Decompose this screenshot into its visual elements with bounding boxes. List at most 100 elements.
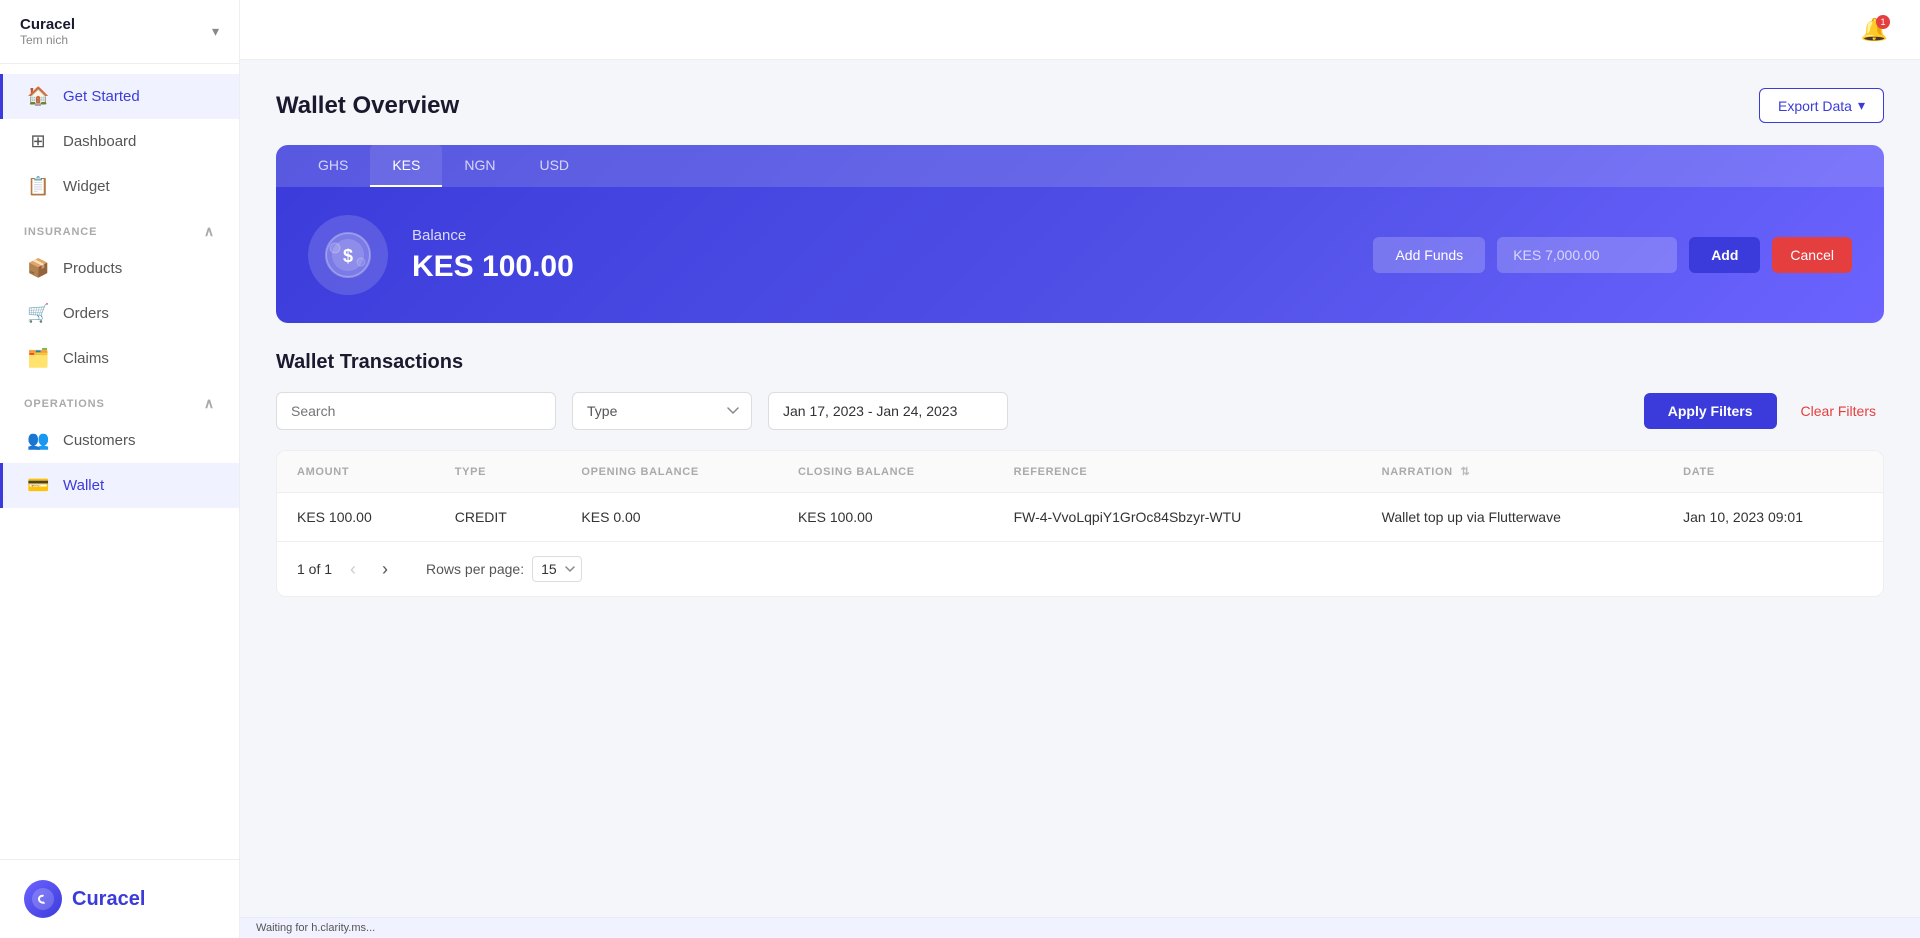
balance-label: Balance xyxy=(412,227,574,244)
col-narration: NARRATION ⇅ xyxy=(1362,451,1663,493)
page-title: Wallet Overview xyxy=(276,92,459,120)
transactions-table: AMOUNT TYPE OPENING BALANCE CLOSING BALA… xyxy=(277,451,1883,541)
org-switcher[interactable]: Curacel Tem nich ▾ xyxy=(0,0,239,64)
tab-usd[interactable]: USD xyxy=(517,145,591,187)
widget-icon: 📋 xyxy=(27,176,49,197)
sidebar-item-wallet[interactable]: 💳 Wallet xyxy=(0,463,239,508)
apply-filters-button[interactable]: Apply Filters xyxy=(1644,393,1777,429)
sidebar-item-label: Get Started xyxy=(63,88,140,105)
col-date: DATE xyxy=(1663,451,1883,493)
wallet-actions: Add Funds Add Cancel xyxy=(1373,237,1852,273)
notification-badge: 1 xyxy=(1876,15,1890,29)
col-reference: REFERENCE xyxy=(994,451,1362,493)
collapse-icon-ops[interactable]: ∧ xyxy=(204,395,215,412)
type-select[interactable]: Type CREDIT DEBIT xyxy=(572,392,752,430)
notification-button[interactable]: 🔔 1 xyxy=(1861,17,1888,43)
wallet-body: $ Balance KES 100.00 Add Funds xyxy=(276,187,1884,323)
collapse-icon[interactable]: ∧ xyxy=(204,223,215,240)
sidebar-footer: Curacel xyxy=(0,859,239,938)
wallet-add-button[interactable]: Add xyxy=(1689,237,1760,273)
dropdown-arrow-icon: ▾ xyxy=(1858,97,1865,114)
cell-type: CREDIT xyxy=(435,493,562,542)
page-content: Wallet Overview Export Data ▾ GHS KES NG… xyxy=(240,60,1920,917)
sidebar-item-label: Wallet xyxy=(63,477,104,494)
sidebar-item-label: Widget xyxy=(63,178,110,195)
export-label: Export Data xyxy=(1778,98,1852,114)
wallet-coin-icon: $ xyxy=(308,215,388,295)
date-range-input[interactable] xyxy=(768,392,1008,430)
col-amount: AMOUNT xyxy=(277,451,435,493)
add-funds-button[interactable]: Add Funds xyxy=(1373,237,1485,273)
tab-ghs[interactable]: GHS xyxy=(296,145,370,187)
transactions-title: Wallet Transactions xyxy=(276,351,1884,374)
search-wrap xyxy=(276,392,556,430)
customers-icon: 👥 xyxy=(27,430,49,451)
cell-narration: Wallet top up via Flutterwave xyxy=(1362,493,1663,542)
curacel-logo-text: Curacel xyxy=(72,888,145,911)
page-header: Wallet Overview Export Data ▾ xyxy=(276,88,1884,123)
sidebar-item-label: Products xyxy=(63,260,122,277)
sidebar-item-label: Claims xyxy=(63,350,109,367)
cell-date: Jan 10, 2023 09:01 xyxy=(1663,493,1883,542)
rows-per-page-label: Rows per page: xyxy=(426,561,524,577)
sidebar-item-products[interactable]: 📦 Products xyxy=(0,246,239,291)
transactions-table-wrap: AMOUNT TYPE OPENING BALANCE CLOSING BALA… xyxy=(276,450,1884,597)
wallet-balance-area: $ Balance KES 100.00 xyxy=(308,215,574,295)
pagination-row: 1 of 1 ‹ › Rows per page: 510152550 xyxy=(277,541,1883,596)
sidebar-item-dashboard[interactable]: ⊞ Dashboard xyxy=(0,119,239,164)
svg-text:$: $ xyxy=(343,246,353,266)
col-opening-balance: OPENING BALANCE xyxy=(561,451,778,493)
tab-ngn[interactable]: NGN xyxy=(442,145,517,187)
topbar: 🔔 1 xyxy=(240,0,1920,60)
wallet-card: GHS KES NGN USD $ xyxy=(276,145,1884,323)
cell-reference: FW-4-VvoLqpiY1GrOc84Sbzyr-WTU xyxy=(994,493,1362,542)
sidebar-item-label: Orders xyxy=(63,305,109,322)
org-subtitle: Tem nich xyxy=(20,33,75,47)
cell-opening-balance: KES 0.00 xyxy=(561,493,778,542)
clear-filters-button[interactable]: Clear Filters xyxy=(1793,393,1884,429)
balance-text: Balance KES 100.00 xyxy=(412,227,574,284)
rows-per-page-select[interactable]: 510152550 xyxy=(532,556,582,582)
sidebar-item-customers[interactable]: 👥 Customers xyxy=(0,418,239,463)
table-row: KES 100.00 CREDIT KES 0.00 KES 100.00 FW… xyxy=(277,493,1883,542)
search-input[interactable] xyxy=(276,392,556,430)
export-data-button[interactable]: Export Data ▾ xyxy=(1759,88,1884,123)
org-name: Curacel xyxy=(20,16,75,33)
operations-section-label: OPERATIONS ∧ xyxy=(0,381,239,418)
sidebar-item-get-started[interactable]: 🏠 Get Started xyxy=(0,74,239,119)
add-funds-input[interactable] xyxy=(1497,237,1677,273)
sort-icon[interactable]: ⇅ xyxy=(1461,466,1471,478)
sidebar-item-widget[interactable]: 📋 Widget xyxy=(0,164,239,209)
transactions-section: Wallet Transactions Type CREDIT DEBIT Ap… xyxy=(276,351,1884,597)
tab-kes[interactable]: KES xyxy=(370,145,442,187)
sidebar-nav: 🏠 Get Started ⊞ Dashboard 📋 Widget INSUR… xyxy=(0,64,239,859)
page-info: 1 of 1 xyxy=(297,561,332,577)
wallet-icon: 💳 xyxy=(27,475,49,496)
sidebar-item-orders[interactable]: 🛒 Orders xyxy=(0,291,239,336)
sidebar: Curacel Tem nich ▾ 🏠 Get Started ⊞ Dashb… xyxy=(0,0,240,938)
products-icon: 📦 xyxy=(27,258,49,279)
insurance-section-label: INSURANCE ∧ xyxy=(0,209,239,246)
rows-per-page: Rows per page: 510152550 xyxy=(426,556,582,582)
orders-icon: 🛒 xyxy=(27,303,49,324)
col-closing-balance: CLOSING BALANCE xyxy=(778,451,994,493)
curacel-logo-icon xyxy=(24,880,62,918)
filters-row: Type CREDIT DEBIT Apply Filters Clear Fi… xyxy=(276,392,1884,430)
sidebar-item-claims[interactable]: 🗂️ Claims xyxy=(0,336,239,381)
next-page-button[interactable]: › xyxy=(374,557,396,582)
home-icon: 🏠 xyxy=(27,86,49,107)
status-bar: Waiting for h.clarity.ms... xyxy=(240,917,1920,938)
col-type: TYPE xyxy=(435,451,562,493)
cell-closing-balance: KES 100.00 xyxy=(778,493,994,542)
prev-page-button[interactable]: ‹ xyxy=(342,557,364,582)
chevron-down-icon: ▾ xyxy=(212,23,219,40)
cell-amount: KES 100.00 xyxy=(277,493,435,542)
sidebar-item-label: Customers xyxy=(63,432,136,449)
wallet-currency-tabs: GHS KES NGN USD xyxy=(276,145,1884,187)
wallet-cancel-button[interactable]: Cancel xyxy=(1772,237,1852,273)
main-content: 🔔 1 Wallet Overview Export Data ▾ GHS KE… xyxy=(240,0,1920,938)
claims-icon: 🗂️ xyxy=(27,348,49,369)
dashboard-icon: ⊞ xyxy=(27,131,49,152)
status-text: Waiting for h.clarity.ms... xyxy=(256,922,375,934)
table-header-row: AMOUNT TYPE OPENING BALANCE CLOSING BALA… xyxy=(277,451,1883,493)
